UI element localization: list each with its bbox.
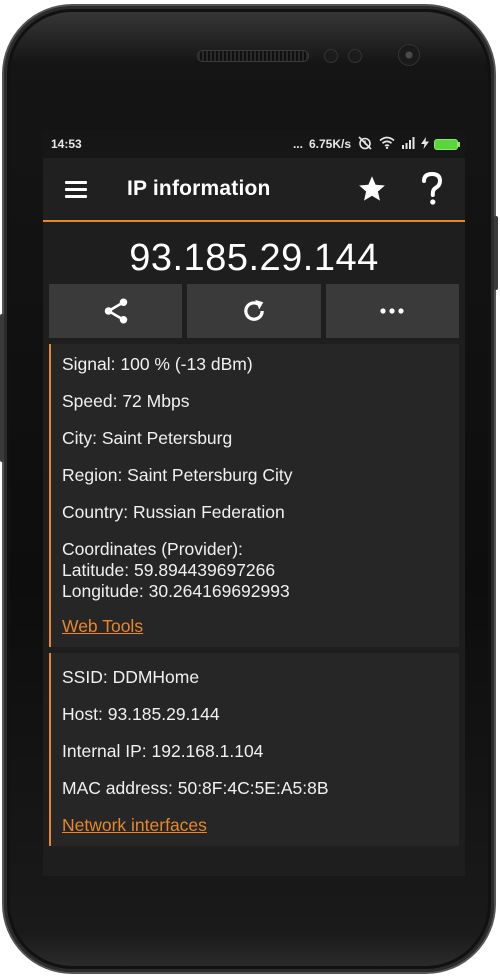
action-buttons	[43, 284, 465, 338]
country-info: Country: Russian Federation	[62, 502, 285, 522]
status-time: 14:53	[51, 137, 82, 151]
more-dots-icon	[378, 307, 406, 315]
app-bar: IP information	[43, 158, 465, 222]
app-actions	[357, 172, 443, 206]
city-info: City: Saint Petersburg	[62, 428, 233, 448]
speed-info: Speed: 72 Mbps	[62, 391, 190, 411]
star-icon[interactable]	[357, 174, 387, 204]
web-tools-link[interactable]: Web Tools	[62, 616, 143, 637]
longitude-info: Longitude: 30.264169692993	[62, 581, 290, 601]
light-sensor	[348, 49, 362, 63]
status-dots: ...	[292, 137, 303, 151]
refresh-button[interactable]	[187, 284, 321, 338]
power-button	[494, 216, 498, 290]
bolt-icon	[421, 136, 429, 152]
phone-frame: 14:53 ... 6.75K/s IP information 93.185.…	[0, 6, 498, 972]
alarm-off-icon	[357, 135, 373, 153]
front-camera	[398, 44, 420, 66]
latitude-info: Latitude: 59.894439697266	[62, 560, 276, 580]
host-info: Host: 93.185.29.144	[62, 704, 220, 724]
earpiece-speaker	[198, 51, 308, 61]
wifi-icon	[379, 136, 395, 152]
status-bar: 14:53 ... 6.75K/s	[43, 130, 465, 158]
ssid-info: SSID: DDMHome	[62, 667, 200, 687]
region-info: Region: Saint Petersburg City	[62, 465, 293, 485]
proximity-sensor	[324, 49, 338, 63]
share-icon	[101, 296, 131, 326]
mac-address-info: MAC address: 50:8F:4C:5E:A5:8B	[62, 778, 329, 798]
refresh-icon	[240, 297, 268, 325]
hamburger-icon[interactable]	[65, 180, 87, 198]
volume-button	[0, 314, 4, 462]
app-title: IP information	[127, 177, 271, 200]
signal-info: Signal: 100 % (-13 dBm)	[62, 354, 253, 374]
battery-icon	[435, 139, 460, 149]
coordinates-label: Coordinates (Provider):	[62, 539, 243, 559]
coordinates-info: Coordinates (Provider): Latitude: 59.894…	[62, 539, 459, 602]
network-interfaces-link[interactable]: Network interfaces	[62, 815, 207, 836]
status-icons: ... 6.75K/s	[292, 135, 460, 153]
network-card: SSID: DDMHome Host: 93.185.29.144 Intern…	[49, 653, 459, 846]
signal-bars-icon	[401, 136, 415, 152]
question-icon[interactable]	[421, 172, 443, 206]
internal-ip-info: Internal IP: 192.168.1.104	[62, 741, 264, 761]
network-speed: 6.75K/s	[308, 137, 351, 151]
screen: 14:53 ... 6.75K/s IP information 93.185.…	[43, 130, 465, 876]
share-button[interactable]	[49, 284, 183, 338]
more-button[interactable]	[325, 284, 459, 338]
ip-address: 93.185.29.144	[129, 237, 379, 279]
location-card: Signal: 100 % (-13 dBm) Speed: 72 Mbps C…	[49, 344, 459, 647]
